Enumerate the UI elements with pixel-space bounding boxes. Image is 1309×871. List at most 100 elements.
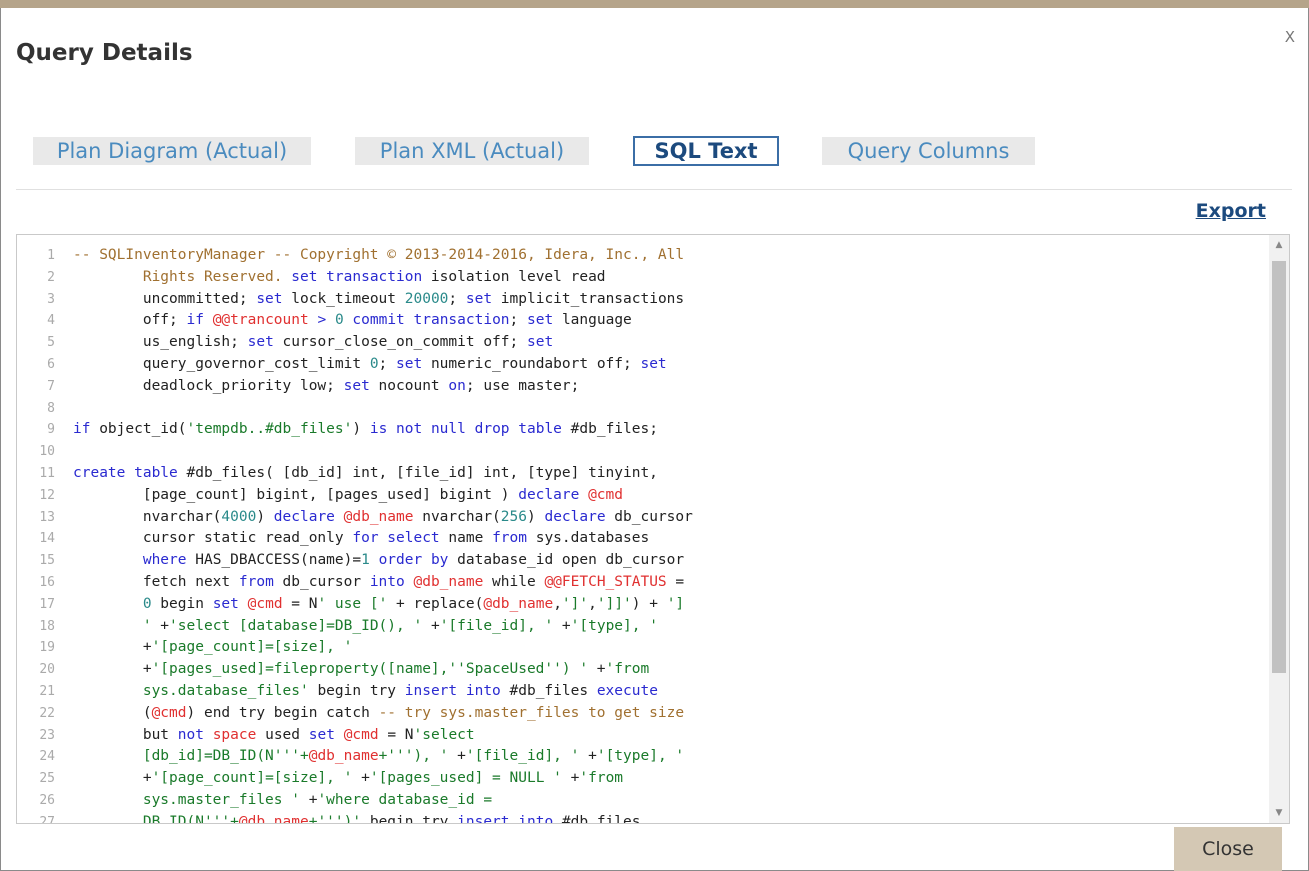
code-token: 0 [369, 355, 379, 372]
code-token: Rights Reserved. [142, 268, 292, 285]
export-link[interactable]: Export [1196, 200, 1266, 222]
line-number: 26 [39, 792, 55, 808]
code-text: 0 begin set @cmd = N' use [' + replace(@… [73, 594, 684, 616]
line-number: 11 [39, 465, 55, 481]
tab-query-columns[interactable]: Query Columns [822, 137, 1035, 165]
line-number: 19 [39, 640, 55, 656]
code-token: 'where database_id = [317, 791, 493, 808]
code-token: ' [142, 617, 152, 634]
code-token: if [73, 421, 91, 438]
code-line: 19 +'[page_count]=[size], ' [17, 637, 1257, 659]
line-number: 20 [39, 662, 55, 678]
code-token: #db_files [553, 813, 641, 824]
tab-plan-xml[interactable]: Plan XML (Actual) [355, 137, 589, 165]
line-number: 27 [39, 814, 55, 824]
code-line: 12 [page_count] bigint, [pages_used] big… [17, 485, 1257, 507]
code-token: + replace( [387, 595, 484, 612]
scroll-down-icon[interactable]: ▼ [1269, 803, 1289, 823]
code-token: +''')' [308, 813, 362, 824]
line-number: 22 [39, 705, 55, 721]
code-token: implicit_transactions [492, 290, 685, 307]
close-button[interactable]: Close [1174, 827, 1282, 871]
code-token: 20000 [404, 290, 449, 307]
code-line: 20 +'[pages_used]=fileproperty([name],''… [17, 659, 1257, 681]
code-token: -- try sys.master_files to get size [378, 704, 685, 721]
code-line: 21 sys.database_files' begin try insert … [17, 681, 1257, 703]
line-number: 24 [39, 749, 55, 765]
code-token: ']' [561, 595, 589, 612]
code-token: @db_name [413, 573, 484, 590]
code-token: begin try [361, 813, 458, 824]
code-line: 11 create table #db_files( [db_id] int, [… [17, 463, 1257, 485]
code-token: commit transaction [352, 312, 510, 329]
code-line: 7 deadlock_priority low; set nocount on;… [17, 376, 1257, 398]
code-token: ']]' [596, 595, 632, 612]
code-token: + [299, 791, 318, 808]
code-text: cursor static read_only for select name … [73, 528, 649, 550]
code-token: [page_count] bigint, [pages_used] bigint… [73, 486, 519, 503]
code-line: 8 [17, 398, 1257, 420]
code-token: @@trancount [212, 312, 309, 329]
code-token: set [247, 334, 274, 351]
code-token: cursor static read_only [73, 530, 353, 547]
sql-text-editor[interactable]: 1 -- SQLInventoryManager -- Copyright © 2… [16, 234, 1290, 824]
code-token: declare [518, 486, 580, 503]
code-token: nocount [369, 377, 449, 394]
code-token: #db_files [500, 682, 597, 699]
code-token: + [579, 748, 597, 765]
code-token: + [422, 617, 440, 634]
line-number: 8 [47, 400, 55, 416]
code-text: [page_count] bigint, [pages_used] bigint… [73, 485, 623, 507]
code-token: @cmd [588, 486, 623, 503]
code-token: + [448, 748, 466, 765]
code-token: + [352, 770, 370, 787]
code-token: '[pages_used] = NULL ' [369, 770, 562, 787]
code-token: 'from [605, 661, 650, 678]
code-token: set [526, 334, 554, 351]
code-token: deadlock_priority low; [73, 377, 344, 394]
code-token: 0 [334, 312, 344, 329]
scrollbar-thumb[interactable] [1272, 261, 1286, 673]
code-token: declare [273, 508, 335, 525]
code-text: but not space used set @cmd = N'select [73, 725, 475, 747]
code-token: cursor_close_on_commit off; [273, 334, 527, 351]
code-token: set [256, 290, 283, 307]
code-line: 13 nvarchar(4000) declare @db_name nvarc… [17, 507, 1257, 529]
code-token: ; [509, 312, 528, 329]
code-token: '] [666, 595, 685, 612]
line-number: 23 [39, 727, 55, 743]
tab-plan-diagram[interactable]: Plan Diagram (Actual) [33, 137, 311, 165]
code-line: 15 where HAS_DBACCESS(name)=1 order by d… [17, 550, 1257, 572]
code-token: 'select [database]=DB_ID(), ' [169, 617, 423, 634]
code-token: is not null [369, 421, 466, 438]
scroll-up-icon[interactable]: ▲ [1269, 235, 1289, 255]
code-token: execute [596, 682, 658, 699]
code-text: Rights Reserved. set transaction isolati… [73, 267, 606, 289]
line-number: 4 [47, 313, 55, 329]
code-line: 1 -- SQLInventoryManager -- Copyright © 2… [17, 245, 1257, 267]
vertical-scrollbar[interactable]: ▲ ▼ [1269, 235, 1289, 823]
code-token: 0 [142, 595, 152, 612]
code-token: = N [378, 726, 414, 743]
dialog-title: Query Details [16, 40, 193, 66]
code-area[interactable]: 1 -- SQLInventoryManager -- Copyright © 2… [17, 245, 1257, 824]
code-token: + [73, 661, 152, 678]
code-token: lock_timeout [282, 290, 405, 307]
code-token: 256 [500, 508, 527, 525]
code-text: +'[pages_used]=fileproperty([name],''Spa… [73, 659, 649, 681]
code-token: set [640, 355, 667, 372]
code-text: sys.master_files ' +'where database_id = [73, 790, 492, 812]
tab-sql-text[interactable]: SQL Text [633, 136, 779, 166]
code-token: @db_name [238, 813, 309, 824]
close-icon[interactable]: X [1285, 28, 1295, 46]
code-token: sys.databases [526, 530, 650, 547]
code-token: > [317, 312, 327, 329]
